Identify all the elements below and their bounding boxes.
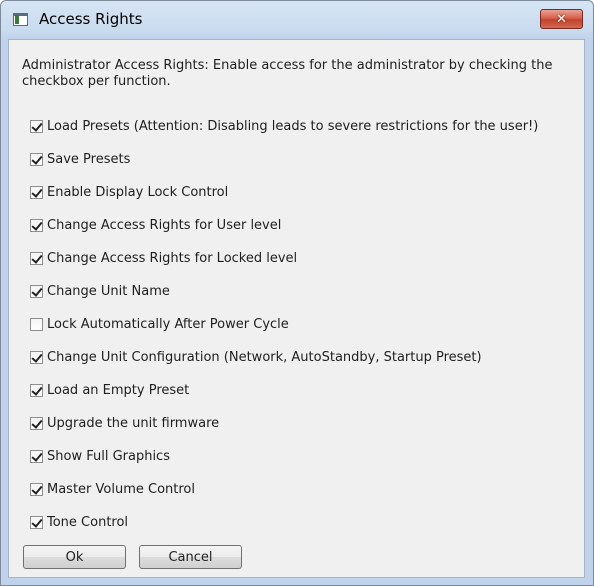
checkbox-checked[interactable] — [30, 218, 43, 232]
option-label: Change Access Rights for Locked level — [47, 250, 298, 266]
option-upgrade-firmware[interactable]: Upgrade the unit firmware — [30, 414, 219, 432]
option-label: Load an Empty Preset — [47, 382, 190, 398]
option-tone-control[interactable]: Tone Control — [30, 513, 128, 531]
option-label: Show Full Graphics — [47, 448, 170, 464]
option-label: Lock Automatically After Power Cycle — [47, 316, 289, 332]
checkbox-checked[interactable] — [30, 185, 43, 199]
checkbox-unchecked[interactable] — [30, 317, 43, 331]
option-save-presets[interactable]: Save Presets — [30, 150, 130, 168]
option-load-empty-preset[interactable]: Load an Empty Preset — [30, 381, 189, 399]
title-bar[interactable]: Access Rights ✕ — [1, 1, 593, 39]
checkbox-checked[interactable] — [30, 119, 43, 133]
dialog-content: Administrator Access Rights: Enable acce… — [8, 39, 585, 578]
checkbox-checked[interactable] — [30, 152, 43, 166]
option-show-full-graphics[interactable]: Show Full Graphics — [30, 447, 170, 465]
option-change-access-rights-user[interactable]: Change Access Rights for User level — [30, 216, 281, 234]
option-label: Enable Display Lock Control — [47, 184, 229, 200]
checkbox-checked[interactable] — [30, 449, 43, 463]
checkbox-checked[interactable] — [30, 350, 43, 364]
option-label: Load Presets (Attention: Disabling leads… — [47, 118, 539, 134]
option-label: Change Access Rights for User level — [47, 217, 282, 233]
checkbox-checked[interactable] — [30, 416, 43, 430]
ok-button[interactable]: Ok — [23, 545, 126, 569]
close-button[interactable]: ✕ — [540, 9, 583, 29]
option-lock-automatically[interactable]: Lock Automatically After Power Cycle — [30, 315, 289, 333]
checkbox-checked[interactable] — [30, 515, 43, 529]
option-label: Upgrade the unit firmware — [47, 415, 220, 431]
option-label: Save Presets — [47, 151, 131, 167]
option-change-unit-configuration[interactable]: Change Unit Configuration (Network, Auto… — [30, 348, 482, 366]
option-label: Master Volume Control — [47, 481, 196, 497]
checkbox-checked[interactable] — [30, 251, 43, 265]
close-icon: ✕ — [556, 11, 567, 27]
option-label: Tone Control — [47, 514, 129, 530]
option-change-access-rights-locked[interactable]: Change Access Rights for Locked level — [30, 249, 297, 267]
description-text: Administrator Access Rights: Enable acce… — [22, 58, 553, 89]
checkbox-checked[interactable] — [30, 383, 43, 397]
window-app-icon — [13, 13, 28, 26]
option-label: Change Unit Name — [47, 283, 170, 299]
option-load-presets[interactable]: Load Presets (Attention: Disabling leads… — [30, 117, 538, 135]
cancel-button[interactable]: Cancel — [139, 545, 242, 569]
access-rights-dialog: Access Rights ✕ Administrator Access Rig… — [0, 0, 594, 586]
option-change-unit-name[interactable]: Change Unit Name — [30, 282, 170, 300]
checkbox-checked[interactable] — [30, 482, 43, 496]
option-enable-display-lock-control[interactable]: Enable Display Lock Control — [30, 183, 228, 201]
checkbox-checked[interactable] — [30, 284, 43, 298]
option-label: Change Unit Configuration (Network, Auto… — [47, 349, 482, 365]
window-title: Access Rights — [39, 10, 143, 28]
option-master-volume-control[interactable]: Master Volume Control — [30, 480, 195, 498]
